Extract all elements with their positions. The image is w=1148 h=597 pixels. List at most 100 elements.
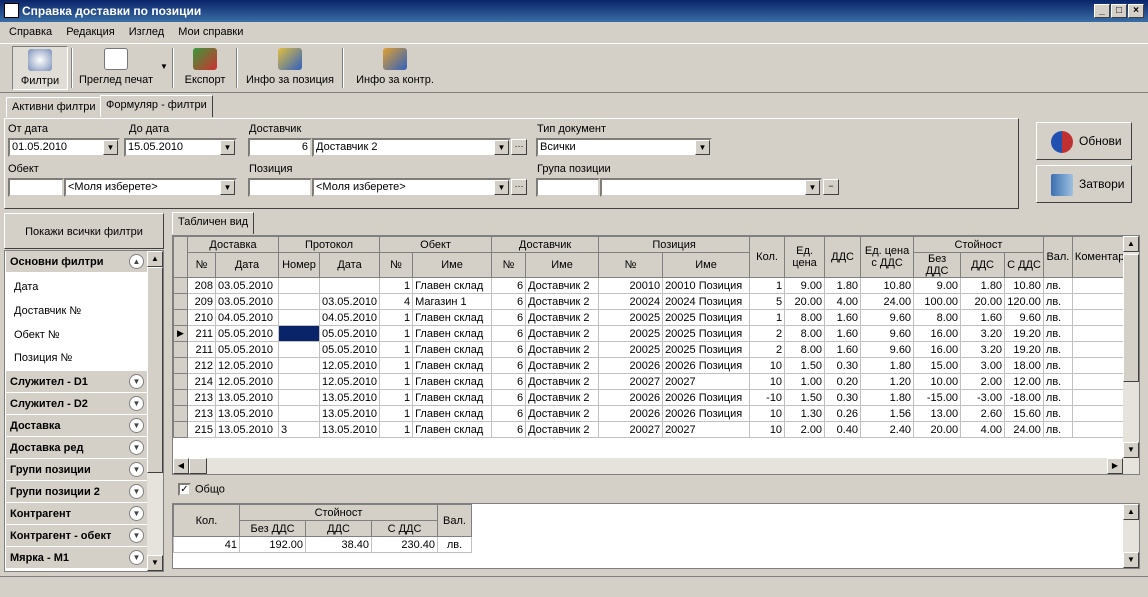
chevron-down-icon[interactable]: ▼ bbox=[129, 462, 144, 477]
table-cell[interactable]: 12.05.2010 bbox=[318, 373, 381, 390]
table-cell[interactable] bbox=[1071, 389, 1128, 406]
filters-button[interactable]: Филтри bbox=[12, 46, 68, 90]
table-cell[interactable]: 20025 Позиция bbox=[662, 309, 751, 326]
nav-group-position-groups[interactable]: Групи позиции ▼ bbox=[6, 459, 147, 481]
nav-scrollbar[interactable]: ▲ ▼ bbox=[147, 251, 163, 571]
menu-view[interactable]: Изглед bbox=[129, 26, 164, 38]
nav-group-position-groups-2[interactable]: Групи позиции 2 ▼ bbox=[6, 481, 147, 503]
table-cell[interactable]: Главен склад bbox=[412, 325, 493, 342]
table-cell[interactable] bbox=[1071, 277, 1128, 294]
table-row[interactable]: ▶ 211 05.05.2010 05.05.2010 1 Главен склад 6 До… bbox=[173, 325, 1128, 342]
table-cell[interactable]: 20024 bbox=[598, 293, 664, 310]
header-object[interactable]: Обект bbox=[379, 236, 493, 253]
table-cell[interactable]: Доставчик 2 bbox=[525, 357, 600, 374]
table-cell[interactable]: лв. bbox=[1042, 373, 1073, 390]
table-cell[interactable]: 1.00 bbox=[784, 373, 826, 390]
subheader-value-vat[interactable]: ДДС bbox=[960, 252, 1006, 278]
nav-scroll-thumb[interactable] bbox=[147, 267, 163, 473]
table-cell[interactable] bbox=[1071, 405, 1128, 422]
table-cell[interactable]: 1.60 bbox=[824, 341, 862, 358]
chevron-down-icon[interactable]: ▼ bbox=[129, 528, 144, 543]
table-cell[interactable]: лв. bbox=[1042, 357, 1073, 374]
table-cell[interactable]: Доставчик 2 bbox=[525, 293, 600, 310]
chevron-down-icon[interactable]: ▼ bbox=[129, 418, 144, 433]
table-cell[interactable]: 05.05.2010 bbox=[215, 341, 279, 358]
refresh-button[interactable]: Обнови bbox=[1036, 122, 1132, 160]
table-cell[interactable]: 03.05.2010 bbox=[215, 293, 279, 310]
table-cell[interactable]: 20025 Позиция bbox=[662, 341, 751, 358]
table-cell[interactable]: лв. bbox=[1042, 309, 1073, 326]
table-cell[interactable]: лв. bbox=[1042, 277, 1073, 294]
table-cell[interactable]: 1 bbox=[379, 373, 414, 390]
table-cell[interactable] bbox=[278, 357, 320, 374]
contractor-info-button[interactable]: Инфо за контр. bbox=[352, 46, 438, 90]
table-cell[interactable]: 1 bbox=[379, 389, 414, 406]
table-cell[interactable]: 19.20 bbox=[1004, 325, 1044, 342]
table-cell[interactable]: 10 bbox=[749, 373, 786, 390]
table-cell[interactable] bbox=[278, 373, 320, 390]
scroll-up-icon[interactable]: ▲ bbox=[147, 251, 163, 267]
table-row[interactable]: 213 13.05.2010 13.05.2010 1 Главен склад 6 Дос… bbox=[173, 389, 1128, 406]
table-cell[interactable]: 1 bbox=[379, 341, 414, 358]
table-cell[interactable]: 213 bbox=[187, 389, 216, 406]
table-cell[interactable]: 12.05.2010 bbox=[215, 373, 279, 390]
table-cell[interactable]: 1 bbox=[379, 357, 414, 374]
table-cell[interactable]: 8.00 bbox=[784, 309, 826, 326]
row-indicator[interactable]: ▶ bbox=[173, 325, 188, 342]
table-cell[interactable]: Доставчик 2 bbox=[525, 309, 600, 326]
table-cell[interactable]: 10 bbox=[749, 421, 786, 438]
total-checkbox[interactable]: ✓ bbox=[178, 483, 191, 496]
table-cell[interactable]: Главен склад bbox=[412, 277, 493, 294]
object-number-field[interactable] bbox=[8, 178, 64, 197]
scroll-down-icon[interactable]: ▼ bbox=[1123, 442, 1139, 458]
table-cell[interactable]: Доставчик 2 bbox=[525, 421, 600, 438]
table-cell[interactable]: 0.40 bbox=[824, 421, 862, 438]
table-cell[interactable]: 2 bbox=[749, 341, 786, 358]
table-cell[interactable] bbox=[1071, 341, 1128, 358]
print-preview-dropdown-icon[interactable]: ▼ bbox=[160, 62, 168, 71]
subheader-value-no-vat[interactable]: Без ДДС bbox=[913, 252, 962, 278]
table-cell[interactable]: Доставчик 2 bbox=[525, 341, 600, 358]
subheader-protocol-number[interactable]: Номер bbox=[278, 252, 320, 278]
menu-edit[interactable]: Редакция bbox=[66, 26, 114, 38]
nav-group-employee-d2[interactable]: Служител - D2 ▼ bbox=[6, 393, 147, 415]
table-cell[interactable]: лв. bbox=[1042, 389, 1073, 406]
nav-item-supplier-no[interactable]: Доставчик № bbox=[14, 303, 81, 319]
row-indicator[interactable] bbox=[173, 277, 188, 294]
table-cell[interactable]: 13.05.2010 bbox=[318, 389, 381, 406]
table-cell[interactable]: 209 bbox=[187, 293, 216, 310]
table-cell[interactable] bbox=[1071, 309, 1128, 326]
table-cell[interactable]: 20025 bbox=[598, 341, 664, 358]
table-cell[interactable]: 1.80 bbox=[960, 277, 1006, 294]
position-info-button[interactable]: Инфо за позиция bbox=[242, 46, 338, 90]
table-cell[interactable]: 20010 Позиция bbox=[662, 277, 751, 294]
table-cell[interactable]: 1.20 bbox=[860, 373, 915, 390]
table-cell[interactable]: Доставчик 2 bbox=[525, 325, 600, 342]
table-cell[interactable]: 6 bbox=[491, 309, 527, 326]
table-cell[interactable]: 1.30 bbox=[784, 405, 826, 422]
menu-my-reports[interactable]: Мои справки bbox=[178, 26, 243, 38]
table-cell[interactable]: -10 bbox=[749, 389, 786, 406]
table-cell[interactable]: 20026 Позиция bbox=[662, 389, 751, 406]
table-cell[interactable]: -15.00 bbox=[913, 389, 962, 406]
header-value[interactable]: Стойност bbox=[913, 236, 1044, 253]
position-group-select[interactable]: ▼ bbox=[600, 178, 822, 197]
table-cell[interactable]: 20026 bbox=[598, 389, 664, 406]
table-cell[interactable]: 16.00 bbox=[913, 341, 962, 358]
table-row[interactable]: 211 05.05.2010 05.05.2010 1 Главен склад 6 Дос… bbox=[173, 341, 1128, 358]
table-cell[interactable]: 20026 Позиция bbox=[662, 357, 751, 374]
table-row[interactable]: 210 04.05.2010 04.05.2010 1 Главен склад 6 Дос… bbox=[173, 309, 1128, 326]
subheader-delivery-no[interactable]: № bbox=[187, 252, 216, 278]
table-cell[interactable]: -3.00 bbox=[960, 389, 1006, 406]
table-cell[interactable]: 1.60 bbox=[824, 325, 862, 342]
supplier-browse-button[interactable]: ··· bbox=[511, 139, 527, 155]
subheader-object-no[interactable]: № bbox=[379, 252, 414, 278]
table-cell[interactable]: 1.60 bbox=[960, 309, 1006, 326]
table-cell[interactable]: 6 bbox=[491, 373, 527, 390]
table-cell[interactable]: 3.00 bbox=[960, 357, 1006, 374]
tab-form-filters[interactable]: Формуляр - филтри bbox=[100, 95, 213, 117]
header-delivery[interactable]: Доставка bbox=[187, 236, 279, 253]
table-cell[interactable]: 6 bbox=[491, 421, 527, 438]
subheader-position-name[interactable]: Име bbox=[662, 252, 751, 278]
table-cell[interactable]: Главен склад bbox=[412, 405, 493, 422]
